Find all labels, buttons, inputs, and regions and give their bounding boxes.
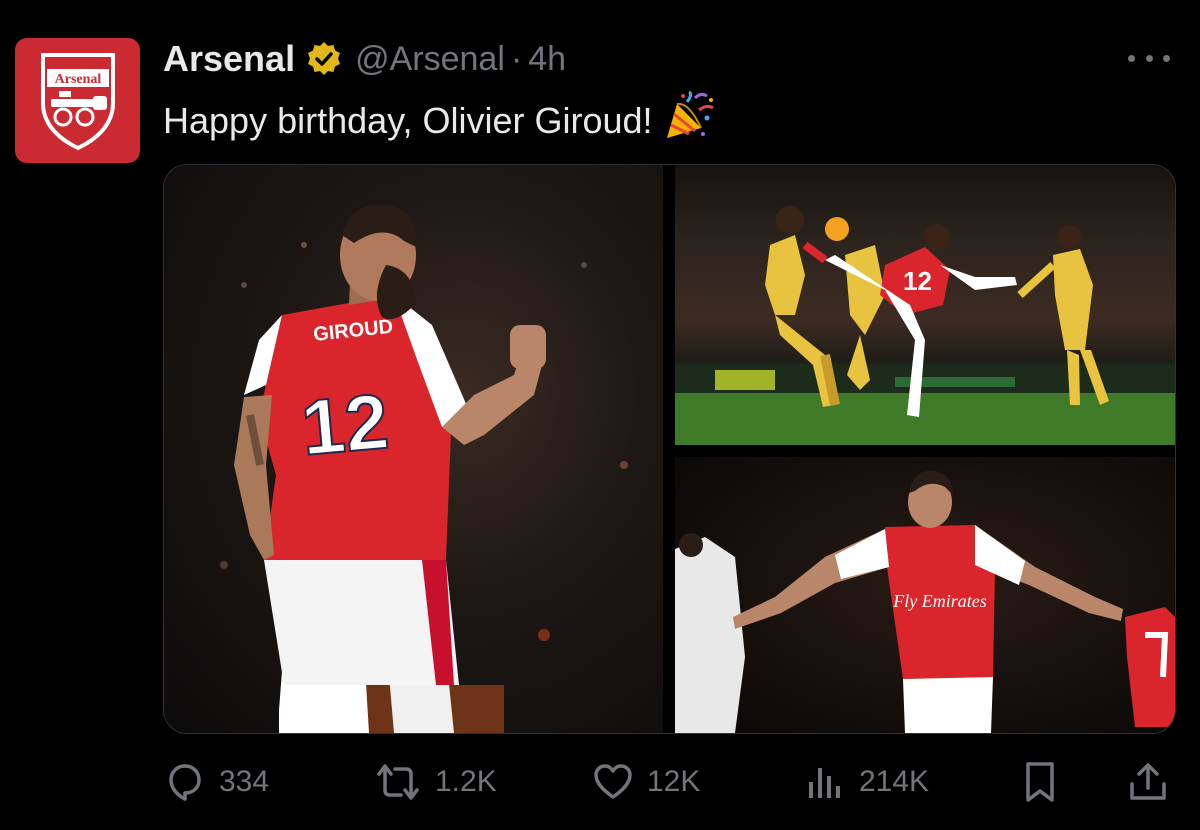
crest-wordmark: Arsenal xyxy=(54,72,101,87)
player-celebration-illustration: GIROUD 12 xyxy=(220,204,628,733)
like-icon xyxy=(594,764,632,799)
tweet[interactable]: Arsenal Arsenal @Arsenal · 4h Happy birt… xyxy=(0,0,1200,830)
arsenal-crest-icon: Arsenal xyxy=(40,52,115,150)
more-icon[interactable] xyxy=(1128,50,1170,66)
bookmark-button[interactable] xyxy=(1018,760,1062,804)
more-dot xyxy=(1145,54,1153,62)
tweet-header: Arsenal @Arsenal · 4h xyxy=(163,36,566,82)
like-button[interactable]: 12K xyxy=(591,760,700,804)
scorpion-kick-illustration: 12 xyxy=(675,206,1175,445)
reply-count: 334 xyxy=(219,765,270,798)
jersey-number: 12 xyxy=(298,377,392,472)
photo-celebration[interactable]: GIROUD 12 xyxy=(164,165,663,733)
verified-icon xyxy=(305,40,343,78)
reply-icon xyxy=(169,764,201,801)
photo-arms-outstretched[interactable]: Fly Emirates xyxy=(675,457,1175,733)
avatar[interactable]: Arsenal xyxy=(15,38,140,163)
like-count: 12K xyxy=(647,765,701,798)
retweet-count: 1.2K xyxy=(435,765,497,798)
timestamp[interactable]: 4h xyxy=(528,40,566,79)
arms-outstretched-illustration: Fly Emirates xyxy=(675,470,1175,733)
action-bar: 334 1.2K 12K 214K xyxy=(163,760,1174,804)
party-popper-icon xyxy=(663,90,715,151)
separator-dot: · xyxy=(510,39,523,78)
photo-scorpion-kick[interactable]: 12 xyxy=(675,165,1175,445)
views-button[interactable]: 214K xyxy=(803,760,929,804)
view-count: 214K xyxy=(859,765,930,798)
share-button[interactable] xyxy=(1126,760,1170,804)
retweet-button[interactable]: 1.2K xyxy=(373,760,497,804)
tweet-text: Happy birthday, Olivier Giroud! xyxy=(163,90,715,151)
display-name[interactable]: Arsenal xyxy=(163,38,295,80)
more-dot xyxy=(1128,54,1135,62)
views-icon xyxy=(809,768,840,798)
share-icon xyxy=(1130,763,1166,800)
reply-button[interactable]: 334 xyxy=(163,760,269,804)
shirt-sponsor: Fly Emirates xyxy=(892,591,986,611)
bookmark-icon xyxy=(1026,762,1054,802)
jersey-number-kick: 12 xyxy=(903,266,932,296)
handle[interactable]: @Arsenal xyxy=(355,40,505,79)
retweet-icon xyxy=(377,764,419,800)
more-dot xyxy=(1163,54,1170,62)
tweet-body: Happy birthday, Olivier Giroud! xyxy=(163,99,653,141)
media-grid: GIROUD 12 12 Fly Emirates xyxy=(163,164,1176,734)
